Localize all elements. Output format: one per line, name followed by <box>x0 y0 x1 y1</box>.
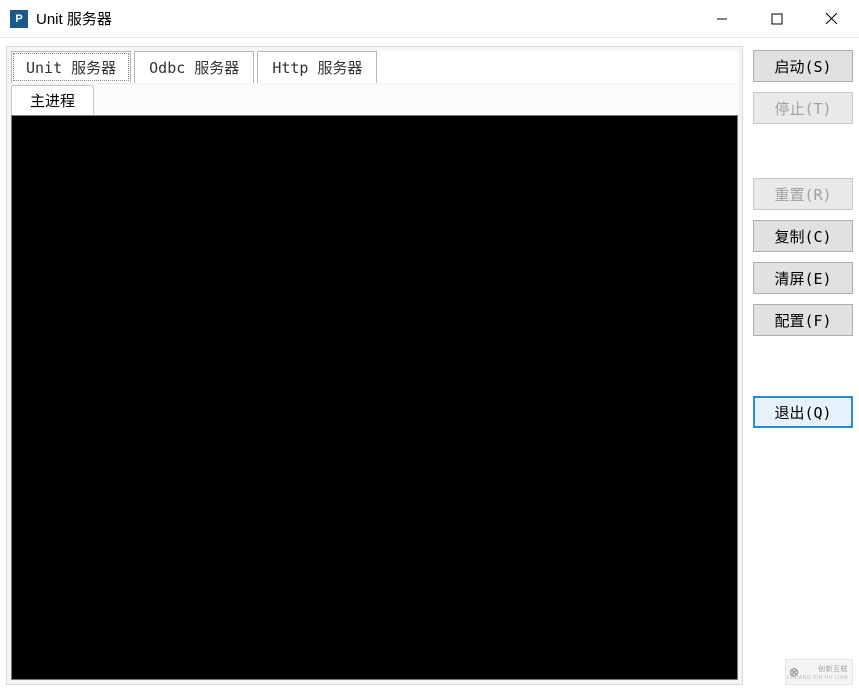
sub-tabs: 主进程 <box>11 85 738 115</box>
side-panel: 启动(S) 停止(T) 重置(R) 复制(C) 清屏(E) 配置(F) 退出(Q… <box>743 46 853 685</box>
minimize-icon <box>716 13 728 25</box>
console-output[interactable] <box>11 115 738 680</box>
exit-button[interactable]: 退出(Q) <box>753 396 853 428</box>
config-button[interactable]: 配置(F) <box>753 304 853 336</box>
stop-button: 停止(T) <box>753 92 853 124</box>
tab-http-server[interactable]: Http 服务器 <box>257 51 377 83</box>
spacer <box>753 134 853 168</box>
top-tabs: Unit 服务器 Odbc 服务器 Http 服务器 <box>11 51 738 83</box>
watermark-sub: CHUANG XIN HU LIAN <box>786 675 848 681</box>
main-panel: Unit 服务器 Odbc 服务器 Http 服务器 主进程 <box>6 46 743 685</box>
app-icon <box>10 10 28 28</box>
window-title: Unit 服务器 <box>36 8 694 29</box>
clear-button[interactable]: 清屏(E) <box>753 262 853 294</box>
close-button[interactable] <box>804 0 859 37</box>
watermark-text: 创新互联 <box>818 664 848 674</box>
copy-button[interactable]: 复制(C) <box>753 220 853 252</box>
minimize-button[interactable] <box>694 0 749 37</box>
spacer <box>753 346 853 386</box>
tab-unit-server[interactable]: Unit 服务器 <box>11 51 131 83</box>
window-controls <box>694 0 859 37</box>
maximize-button[interactable] <box>749 0 804 37</box>
maximize-icon <box>771 13 783 25</box>
close-icon <box>825 12 838 25</box>
content-area: Unit 服务器 Odbc 服务器 Http 服务器 主进程 启动(S) 停止(… <box>0 38 859 691</box>
start-button[interactable]: 启动(S) <box>753 50 853 82</box>
titlebar: Unit 服务器 <box>0 0 859 38</box>
tab-odbc-server[interactable]: Odbc 服务器 <box>134 51 254 83</box>
tab-main-process[interactable]: 主进程 <box>11 85 94 115</box>
reset-button: 重置(R) <box>753 178 853 210</box>
watermark: ⊗ 创新互联 CHUANG XIN HU LIAN <box>785 659 853 685</box>
